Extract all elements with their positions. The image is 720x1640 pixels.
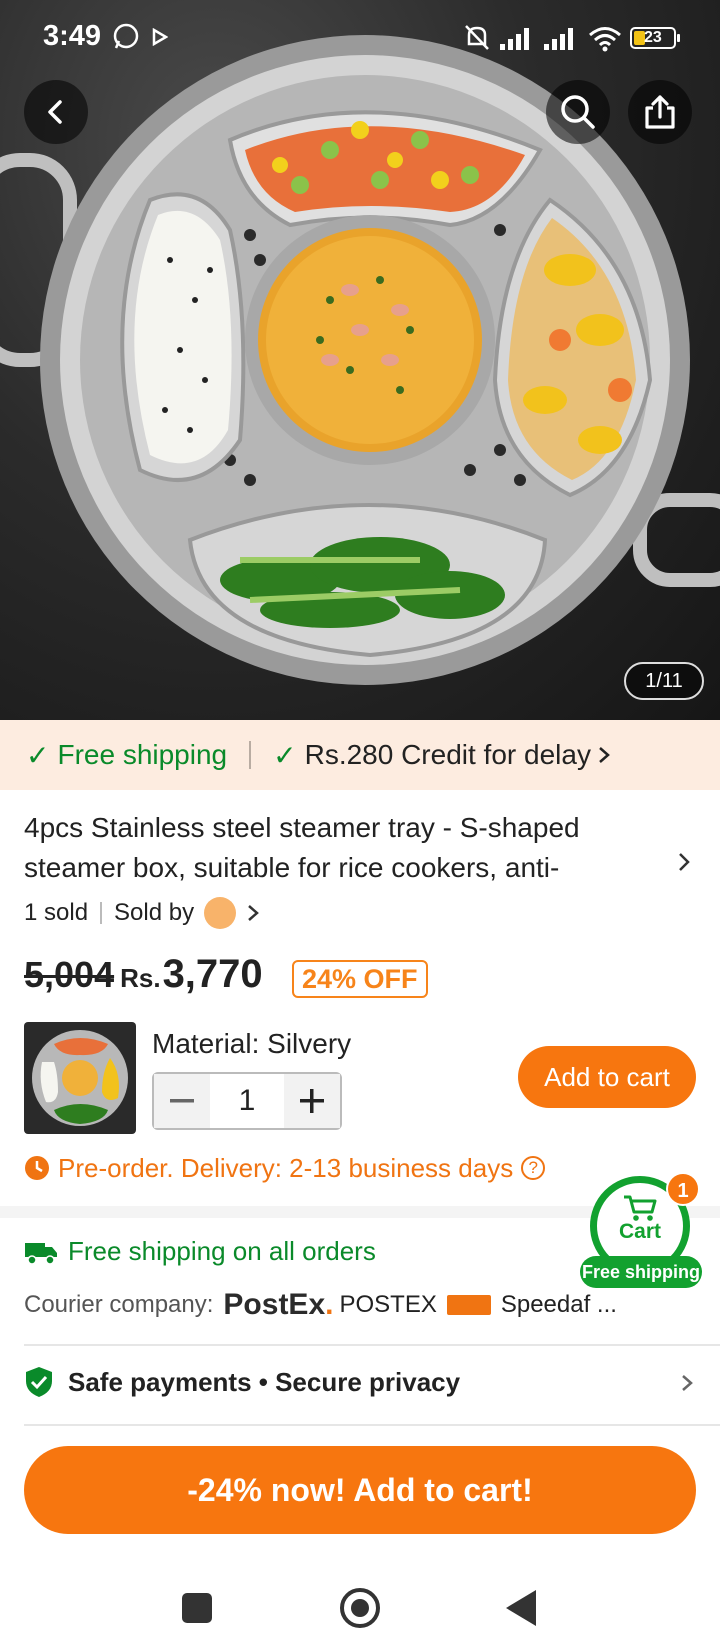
steamer-tray-image: [0, 35, 720, 685]
play-icon: [152, 28, 168, 46]
sold-count: 1 sold: [24, 899, 89, 926]
chevron-right-icon[interactable]: [680, 1372, 694, 1394]
battery-icon: 23: [630, 27, 680, 49]
divider: [24, 1424, 720, 1426]
material-label: Material: Silvery: [152, 1028, 352, 1059]
back-button[interactable]: [24, 80, 88, 144]
increment-button[interactable]: [284, 1074, 340, 1128]
decrement-button[interactable]: [154, 1074, 210, 1128]
divider: [24, 1344, 720, 1346]
chevron-right-icon: [599, 747, 610, 763]
cart-icon: [624, 1195, 657, 1221]
wifi-icon: [589, 27, 621, 52]
promo-strip[interactable]: ✓ Free shipping ✓ Rs.280 Credit for dela…: [0, 720, 720, 790]
sku-thumbnail[interactable]: [24, 1022, 136, 1134]
preorder-notice: Pre-order. Delivery: 2-13 business days …: [24, 1150, 546, 1186]
cart-count-badge: 1: [666, 1172, 700, 1206]
signal-icon-2: [544, 28, 573, 50]
steamer-thumbnail-image: [32, 1030, 128, 1126]
shield-check-icon: [26, 1367, 52, 1397]
courier-row: Courier company: PostEx. POSTEX Speedaf …: [24, 1288, 617, 1322]
system-nav-bar: [0, 1550, 720, 1640]
signal-icon-1: [500, 28, 529, 50]
product-title-block[interactable]: 4pcs Stainless steel steamer tray - S-sh…: [24, 808, 644, 894]
plus-icon: [300, 1089, 324, 1113]
floating-cart-button[interactable]: Cart 1 Free shipping: [580, 1172, 702, 1288]
courier-speedaf-name: Speedaf ...: [500, 1291, 617, 1318]
image-counter: 1/11: [624, 662, 704, 700]
promo-credit: Rs.280 Credit for delay: [304, 739, 591, 770]
product-image[interactable]: 3:49 23 1/11: [0, 0, 720, 720]
discount-badge: 24% OFF: [292, 960, 428, 998]
quantity-value[interactable]: 1: [210, 1074, 284, 1128]
add-to-cart-button[interactable]: Add to cart: [518, 1046, 696, 1108]
cart-free-shipping-tag: Free shipping: [580, 1256, 702, 1288]
status-time: 3:49: [43, 20, 102, 52]
minus-icon: [170, 1099, 194, 1103]
promo-free-shipping: Free shipping: [57, 739, 228, 770]
status-bar: 3:49 23: [0, 0, 720, 78]
courier-postex-name: POSTEX: [339, 1291, 437, 1318]
courier-label: Courier company:: [24, 1291, 214, 1318]
safe-payments-text: Safe payments • Secure privacy: [68, 1366, 461, 1397]
preorder-text: Pre-order. Delivery: 2-13 business days: [58, 1152, 514, 1183]
chevron-right-icon[interactable]: [246, 902, 260, 924]
free-shipping-all: Free shipping on all orders: [68, 1236, 376, 1266]
speedaf-logo: [446, 1295, 491, 1315]
truck-icon: [25, 1242, 57, 1265]
battery-level: 23: [644, 29, 662, 46]
sold-row: 1 sold Sold by: [24, 896, 260, 930]
chevron-right-icon[interactable]: [676, 850, 692, 874]
home-button[interactable]: [340, 1588, 380, 1628]
clock-icon: [25, 1156, 49, 1180]
share-icon: [645, 95, 675, 129]
product-title: 4pcs Stainless steel steamer tray - S-sh…: [24, 812, 580, 894]
recents-button[interactable]: [182, 1593, 212, 1623]
search-button[interactable]: [546, 80, 610, 144]
postex-logo: PostEx.: [223, 1288, 334, 1321]
chevron-left-icon: [48, 100, 62, 124]
shipping-row: Free shipping on all orders: [24, 1236, 376, 1267]
help-icon[interactable]: ?: [521, 1156, 546, 1180]
search-icon: [561, 95, 595, 129]
currency-symbol: Rs.: [120, 963, 161, 993]
share-button[interactable]: [628, 80, 692, 144]
safe-payments-row[interactable]: Safe payments • Secure privacy: [24, 1366, 460, 1398]
whatsapp-icon: [113, 23, 139, 49]
add-to-cart-cta-button[interactable]: -24% now! Add to cart!: [24, 1446, 696, 1534]
nav-back-button[interactable]: [506, 1590, 536, 1626]
promo-divider: [249, 741, 252, 769]
bell-muted-icon: [465, 25, 489, 50]
original-price: 5,004: [24, 954, 115, 995]
sold-by-label: Sold by: [114, 899, 195, 926]
sold-divider: [100, 902, 103, 924]
cart-label: Cart: [618, 1220, 661, 1243]
check-icon: ✓: [26, 739, 50, 771]
current-price: 3,770: [162, 952, 263, 996]
price-row: 5,004 Rs. 3,770: [24, 952, 263, 1002]
seller-avatar[interactable]: [204, 897, 237, 929]
check-icon: ✓: [273, 739, 297, 771]
quantity-stepper: 1: [152, 1072, 342, 1130]
